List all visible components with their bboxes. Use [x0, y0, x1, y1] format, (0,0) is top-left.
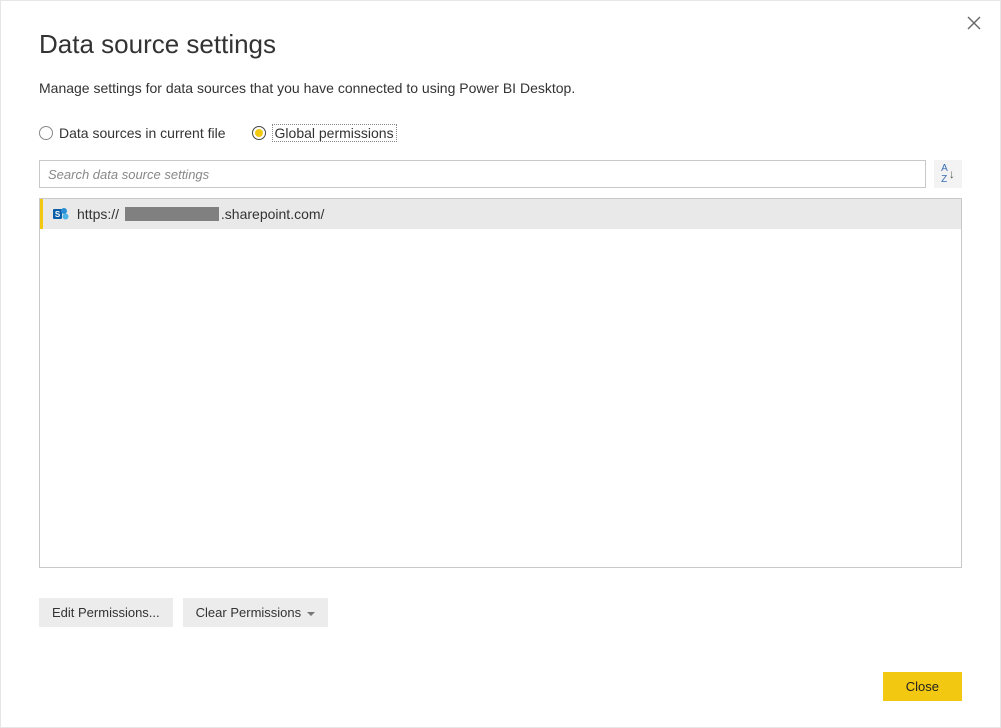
sort-button[interactable]: AZ↓	[934, 160, 962, 188]
sharepoint-icon: S	[53, 206, 69, 222]
list-item[interactable]: S https:// .sharepoint.com/	[40, 199, 961, 229]
search-input[interactable]	[39, 160, 926, 188]
dialog-footer: Close	[883, 672, 962, 701]
permissions-button-row: Edit Permissions... Clear Permissions	[39, 598, 962, 627]
url-prefix: https://	[77, 206, 123, 222]
dialog-content: Data source settings Manage settings for…	[1, 1, 1000, 627]
close-button-label: Close	[906, 679, 939, 694]
sort-az-icon: AZ	[941, 163, 948, 185]
radio-icon-checked	[252, 126, 266, 140]
sort-arrow-icon: ↓	[949, 168, 955, 180]
edit-permissions-button[interactable]: Edit Permissions...	[39, 598, 173, 627]
search-row: AZ↓	[39, 160, 962, 188]
data-source-url: https:// .sharepoint.com/	[77, 206, 324, 222]
radio-label-global: Global permissions	[272, 124, 397, 142]
close-button[interactable]: Close	[883, 672, 962, 701]
chevron-down-icon	[307, 612, 315, 616]
radio-icon	[39, 126, 53, 140]
radio-global-permissions[interactable]: Global permissions	[252, 124, 397, 142]
radio-label-current-file: Data sources in current file	[59, 125, 226, 141]
redacted-segment	[125, 207, 219, 221]
data-source-list[interactable]: S https:// .sharepoint.com/	[39, 198, 962, 568]
page-title: Data source settings	[39, 29, 962, 60]
close-icon	[967, 16, 981, 30]
url-suffix: .sharepoint.com/	[221, 206, 325, 222]
clear-permissions-label: Clear Permissions	[196, 605, 301, 620]
dialog-close-button[interactable]	[958, 7, 990, 39]
radio-current-file[interactable]: Data sources in current file	[39, 125, 226, 141]
scope-radio-group: Data sources in current file Global perm…	[39, 124, 962, 142]
clear-permissions-button[interactable]: Clear Permissions	[183, 598, 328, 627]
svg-text:S: S	[55, 210, 61, 219]
page-subtitle: Manage settings for data sources that yo…	[39, 80, 962, 96]
edit-permissions-label: Edit Permissions...	[52, 605, 160, 620]
